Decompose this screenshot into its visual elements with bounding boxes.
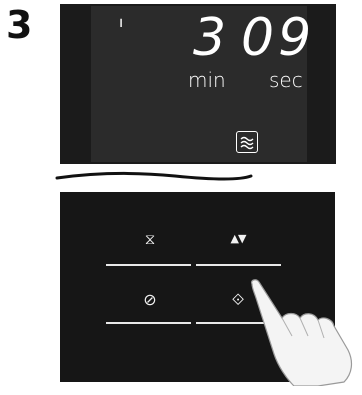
- button-divider: [196, 264, 281, 266]
- up-down-arrows-icon: ▲▼: [230, 232, 247, 245]
- seconds-digits: 09: [241, 8, 316, 68]
- seconds-unit-label: sec: [269, 68, 303, 92]
- stop-cancel-icon: ⊘: [143, 290, 157, 309]
- button-divider: [106, 322, 191, 324]
- minutes-unit-label: min: [188, 68, 226, 92]
- oven-display: ' 3 09 min sec: [60, 4, 336, 164]
- up-down-button[interactable]: ▲▼: [218, 232, 258, 245]
- separator-curve: [55, 171, 253, 181]
- stop-button[interactable]: ⊘: [130, 290, 170, 309]
- button-divider: [106, 264, 191, 266]
- step-number: 3: [6, 3, 33, 47]
- minutes-digit: 3: [193, 8, 229, 68]
- timer-button[interactable]: ⧖: [130, 230, 170, 248]
- hourglass-icon: ⧖: [144, 230, 156, 248]
- pointing-hand-illustration: [251, 279, 353, 386]
- microwave-waves-icon: [236, 131, 258, 153]
- lcd-screen: ' 3 09 min sec: [91, 6, 311, 162]
- hour-digit: ': [117, 14, 126, 49]
- start-icon: ⟐: [231, 290, 245, 309]
